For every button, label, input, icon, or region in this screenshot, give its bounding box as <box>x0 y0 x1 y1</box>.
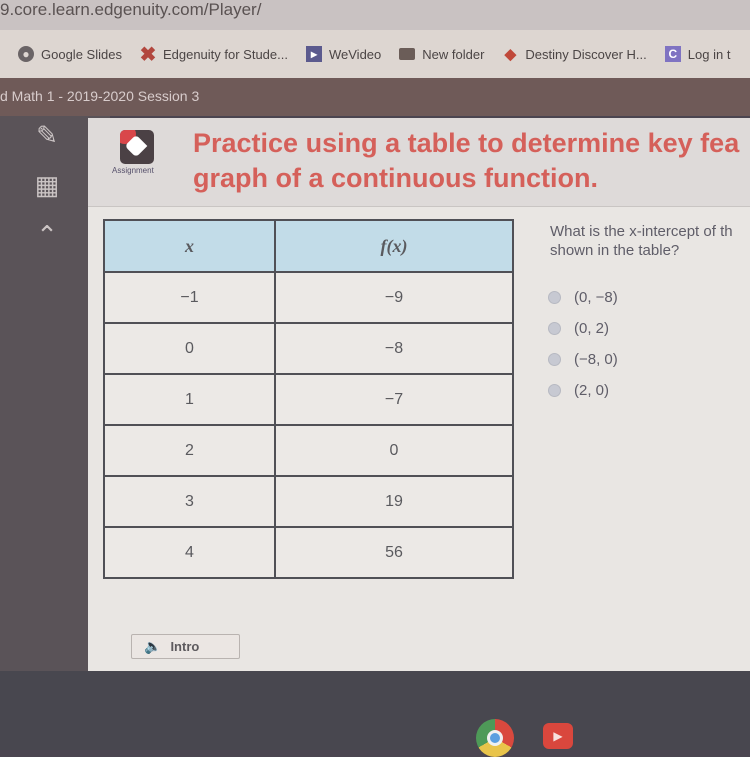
page-title: Practice using a table to determine key … <box>193 126 750 196</box>
table-row: 20 <box>103 424 515 477</box>
wevideo-icon: ▸ <box>305 46 322 62</box>
bookmark-wevideo[interactable]: ▸ WeVideo <box>305 46 382 62</box>
cell-fx: 19 <box>273 475 515 528</box>
bookmark-google-slides[interactable]: ● Google Slides <box>18 46 122 62</box>
url-text[interactable]: 9.core.learn.edgenuity.com/Player/ <box>0 0 261 20</box>
table-row: 0 −8 <box>103 322 515 375</box>
cell-x: 3 <box>103 475 276 528</box>
bookmark-destiny[interactable]: ◆ Destiny Discover H... <box>502 46 647 63</box>
google-slides-icon: ● <box>18 46 34 62</box>
folder-icon <box>399 48 416 60</box>
function-table: x f(x) −1 −9 0 −8 1 −7 20 3 19 4 56 <box>103 219 515 579</box>
assignment-header: Assignment Practice using a table to det… <box>88 118 750 207</box>
course-title: d Math 1 - 2019-2020 Session 3 <box>0 88 200 104</box>
option-label[interactable]: (0, 2) <box>574 320 609 337</box>
bookmark-label: Log in t <box>687 46 731 62</box>
destiny-icon: ◆ <box>504 46 517 63</box>
chrome-icon[interactable] <box>476 719 514 757</box>
bookmark-label: WeVideo <box>328 46 382 62</box>
title-line-2: graph of a continuous function. <box>193 163 598 193</box>
content-panel: Assignment Practice using a table to det… <box>88 118 750 671</box>
bookmark-label: New folder <box>422 46 485 62</box>
bookmark-label: Google Slides <box>41 46 122 62</box>
radio-button[interactable] <box>548 384 561 397</box>
table-row: −1 −9 <box>103 271 515 324</box>
os-shelf: ▶ <box>0 671 750 757</box>
bookmark-edgenuity[interactable]: ✖ Edgenuity for Stude... <box>139 43 288 66</box>
calculator-icon[interactable]: ▦ <box>30 170 64 200</box>
address-bar[interactable]: 9.core.learn.edgenuity.com/Player/ <box>0 0 750 30</box>
question-prompt: What is the x-intercept of th shown in t… <box>550 222 750 260</box>
cell-fx: −7 <box>273 373 515 426</box>
table-header-row: x f(x) <box>103 219 515 273</box>
intro-label: Intro <box>170 639 200 654</box>
question-line-2: shown in the table? <box>550 242 680 259</box>
cell-x: 1 <box>103 373 276 426</box>
table-row: 3 19 <box>103 475 515 528</box>
title-line-1: Practice using a table to determine key … <box>193 128 740 158</box>
bookmark-label: Destiny Discover H... <box>525 46 647 62</box>
table-row: 1 −7 <box>103 373 515 426</box>
youtube-icon[interactable]: ▶ <box>543 723 573 749</box>
bookmark-clever[interactable]: C Log in t <box>664 46 731 62</box>
answer-option[interactable]: (0, −8) <box>548 282 618 313</box>
answer-option[interactable]: (−8, 0) <box>548 344 618 375</box>
option-label[interactable]: (2, 0) <box>574 382 609 399</box>
course-bar: d Math 1 - 2019-2020 Session 3 <box>0 78 750 116</box>
pencil-icon[interactable]: ✎ <box>30 120 64 150</box>
radio-button[interactable] <box>548 291 561 304</box>
radio-button[interactable] <box>548 322 561 335</box>
column-header-x: x <box>103 219 276 273</box>
bookmark-new-folder[interactable]: New folder <box>399 47 484 62</box>
assignment-icon <box>120 130 154 164</box>
cell-x: −1 <box>103 271 276 324</box>
cell-fx: 0 <box>273 424 515 477</box>
assignment-label: Assignment <box>112 166 154 175</box>
clever-icon: C <box>664 46 681 62</box>
question-line-1: What is the x-intercept of th <box>550 223 733 240</box>
column-header-fx: f(x) <box>273 219 515 273</box>
cell-x: 4 <box>103 526 276 579</box>
cell-x: 0 <box>103 322 276 375</box>
answer-option[interactable]: (2, 0) <box>548 375 618 406</box>
speaker-icon: 🔈 <box>144 638 162 654</box>
answer-option[interactable]: (0, 2) <box>548 313 618 344</box>
edgenuity-icon: ✖ <box>139 43 157 66</box>
cell-fx: −8 <box>273 322 515 375</box>
option-label[interactable]: (0, −8) <box>574 289 618 306</box>
cell-x: 2 <box>103 424 276 477</box>
bookmarks-bar: ● Google Slides ✖ Edgenuity for Stude...… <box>0 30 750 78</box>
graph-icon[interactable]: ⌃ <box>30 220 64 250</box>
answer-options: (0, −8) (0, 2) (−8, 0) (2, 0) <box>548 282 618 406</box>
intro-button[interactable]: 🔈 Intro <box>131 634 240 659</box>
cell-fx: −9 <box>273 271 515 324</box>
radio-button[interactable] <box>548 353 561 366</box>
bookmark-label: Edgenuity for Stude... <box>162 46 288 62</box>
table-row: 4 56 <box>103 526 515 579</box>
option-label[interactable]: (−8, 0) <box>574 351 618 368</box>
cell-fx: 56 <box>273 526 515 579</box>
